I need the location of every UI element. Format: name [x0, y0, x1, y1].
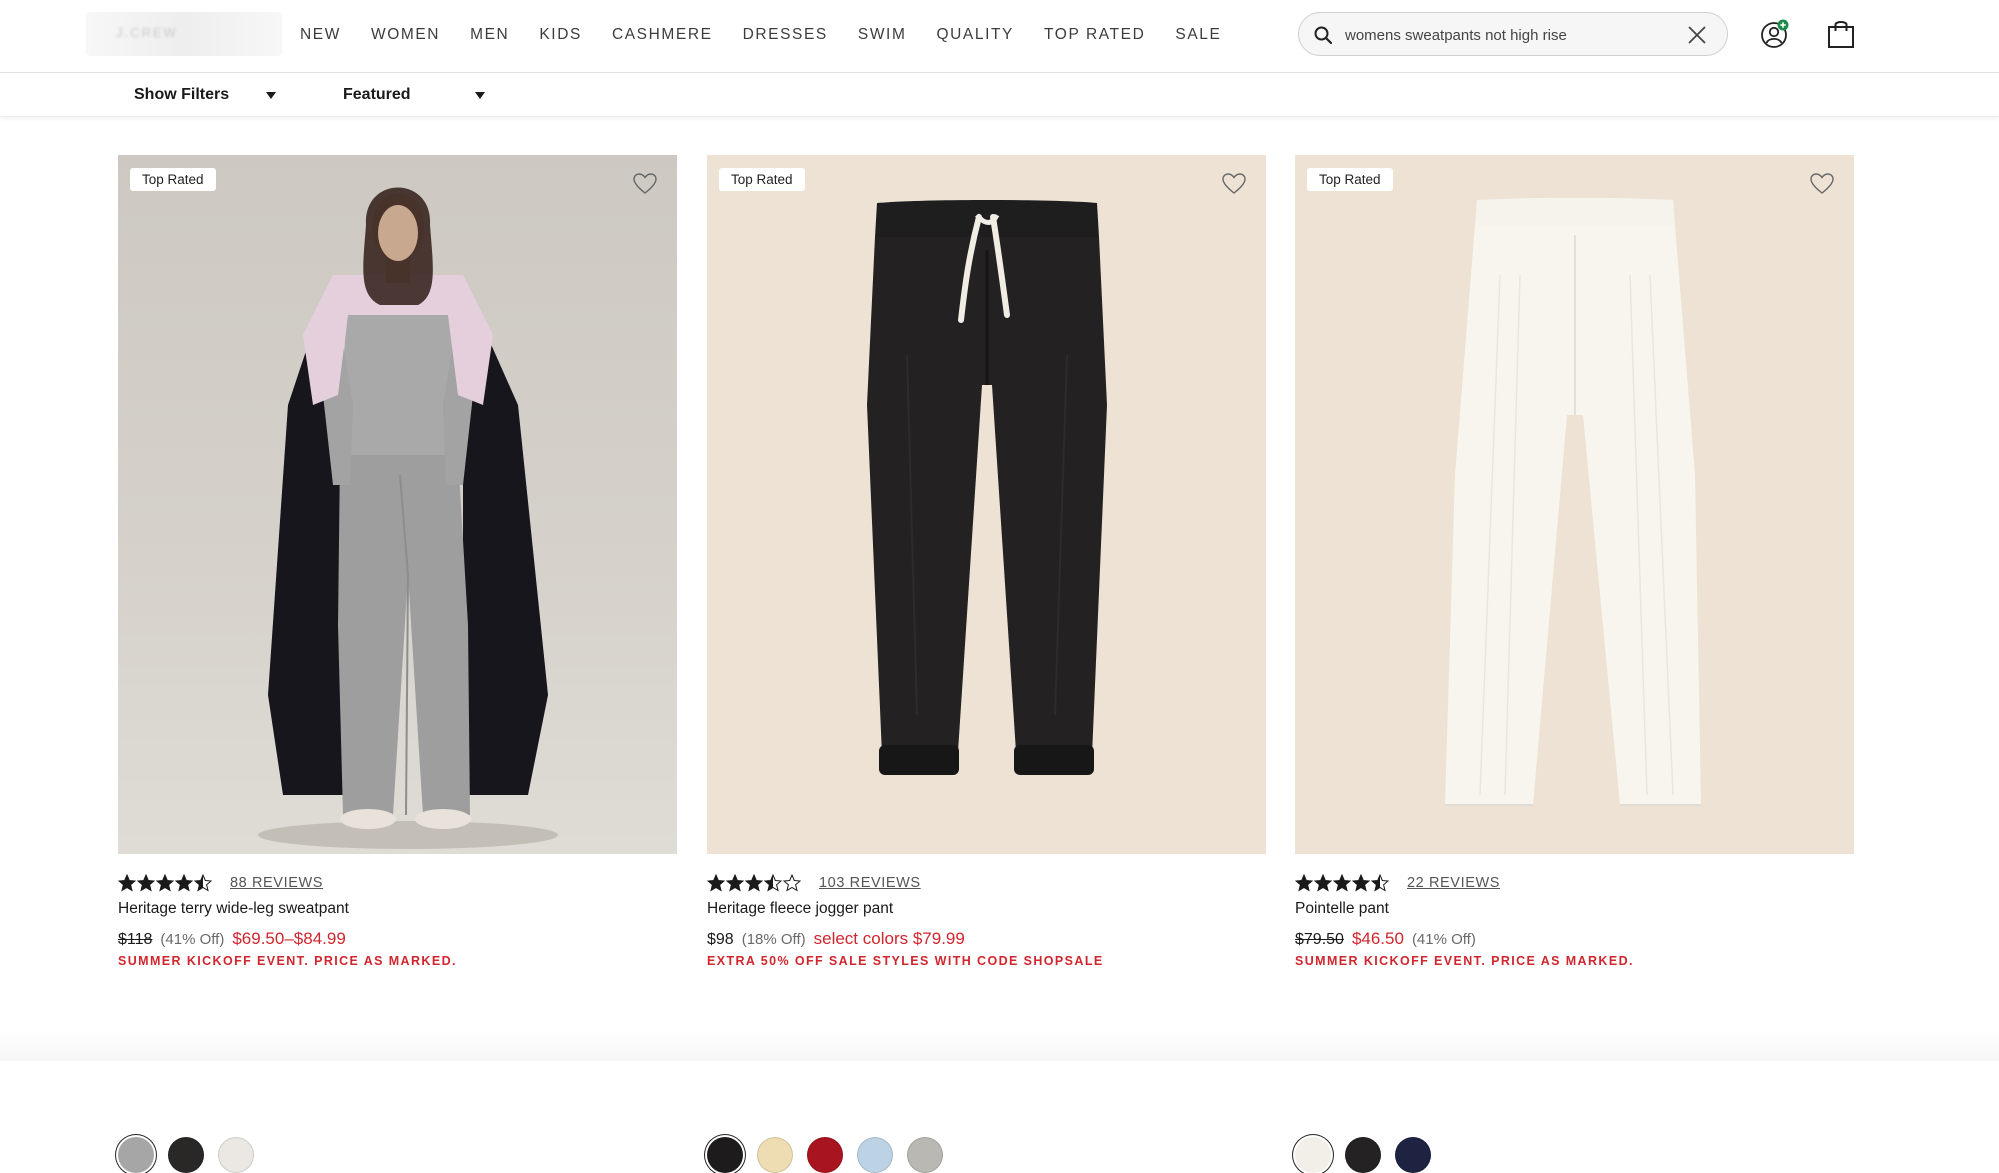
nav-item-cashmere[interactable]: CASHMERE [612, 26, 713, 44]
product-price: $118 (41% Off) $69.50–$84.99 [118, 929, 346, 949]
account-icon[interactable] [1760, 18, 1790, 50]
product-rating: 88 REVIEWS [118, 873, 323, 893]
discount-percent: (18% Off) [741, 931, 806, 948]
product-image[interactable]: Top Rated [118, 155, 677, 854]
swatch-black[interactable] [168, 1137, 204, 1173]
discount-percent: (41% Off) [160, 931, 225, 948]
nav-item-top-rated[interactable]: TOP RATED [1044, 26, 1145, 44]
product-name[interactable]: Heritage terry wide-leg sweatpant [118, 900, 349, 918]
swatch-grey[interactable] [907, 1137, 943, 1173]
product-rating: 103 REVIEWS [707, 873, 921, 893]
swatch-black[interactable] [707, 1137, 743, 1173]
chevron-down-icon [475, 92, 485, 99]
sort-dropdown[interactable]: Featured [343, 83, 493, 107]
heart-icon[interactable] [1221, 172, 1247, 196]
product-rating: 22 REVIEWS [1295, 873, 1500, 893]
nav-item-swim[interactable]: SWIM [858, 26, 907, 44]
bottom-fade [0, 1030, 1999, 1061]
product-name[interactable]: Heritage fleece jogger pant [707, 900, 893, 918]
product-image[interactable]: Top Rated [707, 155, 1266, 854]
show-filters-label: Show Filters [134, 86, 230, 103]
jogger-photo [867, 200, 1107, 775]
star-icons [118, 874, 213, 892]
heart-icon[interactable] [1809, 172, 1835, 196]
sale-price: $69.50–$84.99 [232, 929, 346, 948]
product-price: $98 (18% Off) select colors $79.99 [707, 929, 965, 949]
reviews-link[interactable]: 22 REVIEWS [1407, 875, 1500, 891]
swatch-red[interactable] [807, 1137, 843, 1173]
swatch-navy[interactable] [1395, 1137, 1431, 1173]
promo-text: SUMMER KICKOFF EVENT. PRICE AS MARKED. [118, 954, 457, 968]
main-nav: NEW WOMEN MEN KIDS CASHMERE DRESSES SWIM… [300, 0, 1251, 70]
product-price: $79.50 $46.50 (41% Off) [1295, 929, 1476, 949]
top-rated-badge: Top Rated [1307, 168, 1393, 191]
swatch-ivory[interactable] [1295, 1137, 1331, 1173]
search-icon [1314, 26, 1333, 45]
star-rating [1295, 874, 1393, 892]
close-icon[interactable] [1685, 23, 1709, 47]
product-card[interactable]: Top Rated 22 REVIEWS Pointelle pant $79.… [1295, 155, 1854, 1173]
star-icons [1295, 874, 1390, 892]
show-filters-dropdown[interactable]: Show Filters [134, 83, 284, 107]
product-name[interactable]: Pointelle pant [1295, 900, 1389, 918]
color-swatches [1295, 1137, 1431, 1173]
nav-item-quality[interactable]: QUALITY [936, 26, 1014, 44]
model-photo [258, 187, 558, 849]
star-rating [707, 874, 805, 892]
reviews-link[interactable]: 88 REVIEWS [230, 875, 323, 891]
nav-item-men[interactable]: MEN [470, 26, 509, 44]
heart-icon[interactable] [632, 172, 658, 196]
nav-item-kids[interactable]: KIDS [539, 26, 582, 44]
swatch-ivory[interactable] [218, 1137, 254, 1173]
discount-percent: (41% Off) [1411, 931, 1476, 948]
swatch-cream[interactable] [757, 1137, 793, 1173]
sale-price: $46.50 [1351, 929, 1404, 948]
swatch-light-blue[interactable] [857, 1137, 893, 1173]
swatch-heather-grey[interactable] [118, 1137, 154, 1173]
top-nav-bar: J.CREW NEW WOMEN MEN KIDS CASHMERE DRESS… [0, 0, 1999, 73]
nav-item-sale[interactable]: SALE [1175, 26, 1221, 44]
star-icons [707, 874, 802, 892]
color-swatches [118, 1137, 254, 1173]
swatch-black[interactable] [1345, 1137, 1381, 1173]
star-rating [118, 874, 216, 892]
top-rated-badge: Top Rated [130, 168, 216, 191]
promo-text: EXTRA 50% OFF SALE STYLES WITH CODE SHOP… [707, 954, 1104, 968]
brand-logo[interactable]: J.CREW [86, 12, 282, 56]
search-box[interactable] [1298, 12, 1728, 56]
pointelle-pant-photo [1445, 197, 1701, 806]
sale-price: select colors $79.99 [813, 929, 965, 948]
original-price: $79.50 [1295, 931, 1344, 948]
regular-price: $98 [707, 931, 734, 948]
reviews-link[interactable]: 103 REVIEWS [819, 875, 921, 891]
product-card[interactable]: Top Rated 103 REVIEWS Heritage fleece jo… [707, 155, 1266, 1173]
chevron-down-icon [266, 92, 276, 99]
top-rated-badge: Top Rated [719, 168, 805, 191]
nav-item-women[interactable]: WOMEN [371, 26, 440, 44]
nav-item-dresses[interactable]: DRESSES [743, 26, 828, 44]
sort-label: Featured [343, 86, 411, 103]
logo-text: J.CREW [116, 25, 178, 40]
product-card[interactable]: Top Rated 88 REVIEWS Heritage terry wide… [118, 155, 677, 1173]
search-input[interactable] [1345, 21, 1665, 49]
shopping-bag-icon[interactable] [1826, 18, 1856, 50]
nav-item-new[interactable]: NEW [300, 26, 341, 44]
promo-text: SUMMER KICKOFF EVENT. PRICE AS MARKED. [1295, 954, 1634, 968]
filter-bar: Show Filters Featured [0, 73, 1999, 117]
original-price: $118 [118, 931, 153, 948]
product-image[interactable]: Top Rated [1295, 155, 1854, 854]
color-swatches [707, 1137, 943, 1173]
